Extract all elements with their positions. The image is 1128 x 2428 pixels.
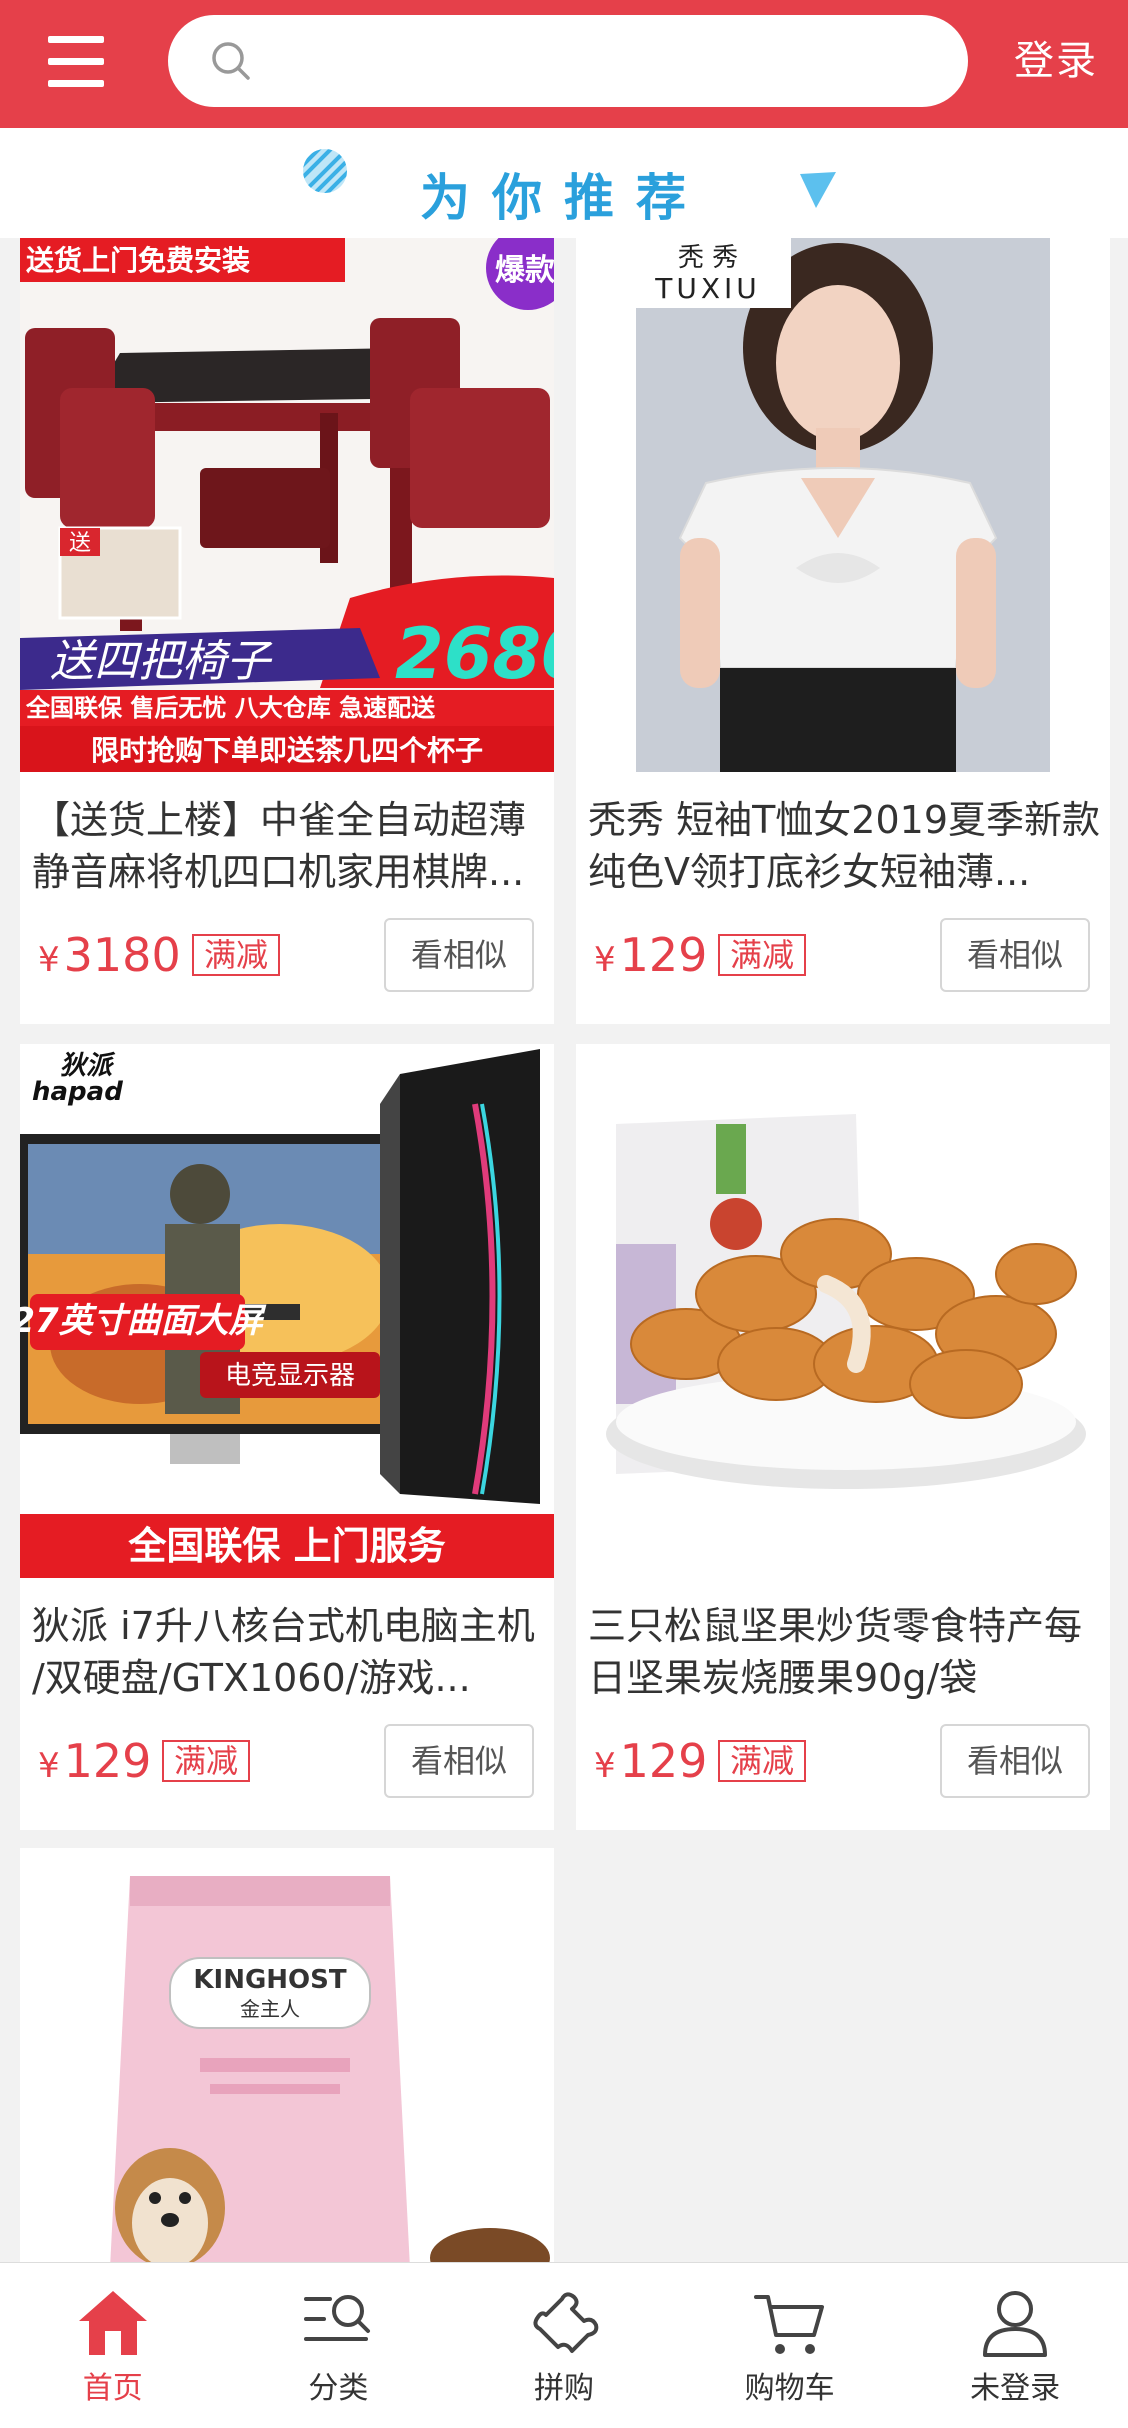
see-similar-button[interactable]: 看相似 — [384, 918, 534, 992]
bag-brand-text: KINGHOST — [193, 1965, 347, 1995]
brand-cn-text: 秃 秀 — [678, 243, 738, 273]
gift-badge: 送 — [69, 531, 91, 556]
nav-cart[interactable]: 购物车 — [677, 2263, 903, 2428]
product-card[interactable]: 27英寸曲面大屏 电竞显示器 全国联保 上门服务 狄派 hapad 狄派 i7升… — [20, 1044, 554, 1830]
price-badge: 2680 — [395, 613, 554, 695]
bottom-nav: 首页 分类 拼购 购物车 未登录 — [0, 2262, 1128, 2428]
search-input[interactable] — [274, 21, 954, 101]
see-similar-button[interactable]: 看相似 — [384, 1724, 534, 1798]
top-banner-text: 送货上门免费安装 — [26, 244, 250, 277]
see-similar-button[interactable]: 看相似 — [940, 918, 1090, 992]
category-search-icon — [304, 2295, 371, 2341]
product-title[interactable]: 三只松鼠坚果炒货零食特产每日坚果炭烧腰果90g/袋 — [588, 1600, 1100, 1704]
see-similar-button[interactable]: 看相似 — [940, 1724, 1090, 1798]
search-bar[interactable] — [168, 15, 968, 107]
brand-en-text: TUXIU — [654, 272, 761, 305]
service-text: 全国联保 售后无忧 八大仓库 急速配送 — [25, 694, 436, 722]
product-price: ¥129 — [594, 928, 708, 982]
user-icon — [983, 2291, 1048, 2357]
product-card[interactable]: 三只松鼠坚果炒货零食特产每日坚果炭烧腰果90g/袋 ¥129 满减 看相似 — [576, 1044, 1110, 1830]
product-price: ¥129 — [38, 1734, 152, 1788]
login-link[interactable]: 登录 — [1014, 28, 1098, 86]
screen-size-text: 27英寸曲面大屏 — [20, 1301, 267, 1341]
nav-category-label: 分类 — [308, 2371, 369, 2406]
menu-icon[interactable] — [40, 30, 112, 94]
product-image[interactable]: 送 送四把椅子 2680 全国联保 售后无忧 八大仓库 急速配送 限时抢购下单即… — [20, 238, 554, 772]
discount-tag: 满减 — [192, 934, 281, 976]
nav-account-label: 未登录 — [970, 2371, 1061, 2406]
recommend-title: 为你推荐 — [420, 169, 708, 227]
brand-en-logo: hapad — [32, 1077, 123, 1107]
product-title[interactable]: 秃秀 短袖T恤女2019夏季新款纯色V领打底衫女短袖薄... — [588, 794, 1100, 898]
product-image[interactable] — [576, 1044, 1110, 1578]
hot-badge: 爆款 — [495, 253, 554, 288]
search-icon — [212, 42, 250, 80]
product-card[interactable]: KINGHOST 金主人 — [20, 1848, 554, 2268]
nav-home-label: 首页 — [82, 2371, 143, 2406]
home-icon — [78, 2291, 147, 2355]
slogan-text: 送四把椅子 — [50, 636, 273, 687]
monitor-text: 电竞显示器 — [225, 1361, 355, 1391]
bag-brand-cn-text: 金主人 — [240, 1997, 300, 2021]
product-image[interactable]: 秃 秀 TUXIU — [576, 238, 1110, 772]
discount-tag: 满减 — [718, 934, 807, 976]
service-text: 全国联保 上门服务 — [127, 1524, 445, 1568]
discount-tag: 满减 — [162, 1740, 251, 1782]
nav-group-buy-label: 拼购 — [533, 2371, 594, 2406]
triangle-icon — [800, 172, 836, 208]
product-title[interactable]: 狄派 i7升八核台式机电脑主机 /双硬盘/GTX1060/游戏... — [32, 1600, 544, 1704]
product-card[interactable]: 送 送四把椅子 2680 全国联保 售后无忧 八大仓库 急速配送 限时抢购下单即… — [20, 238, 554, 1024]
top-header: 登录 — [0, 0, 1128, 128]
discount-tag: 满减 — [718, 1740, 807, 1782]
product-card[interactable]: 秃 秀 TUXIU 秃秀 短袖T恤女2019夏季新款纯色V领打底衫女短袖薄...… — [576, 238, 1110, 1024]
cart-icon — [753, 2295, 824, 2354]
nav-category[interactable]: 分类 — [226, 2263, 452, 2428]
nav-home[interactable]: 首页 — [0, 2263, 226, 2428]
product-price: ¥129 — [594, 1734, 708, 1788]
nav-cart-label: 购物车 — [744, 2371, 835, 2406]
promo-text: 限时抢购下单即送茶几四个杯子 — [91, 734, 483, 767]
product-title[interactable]: 【送货上楼】中雀全自动超薄静音麻将机四口机家用棋牌... — [32, 794, 544, 898]
nav-group-buy[interactable]: 拼购 — [451, 2263, 677, 2428]
product-price: ¥3180 — [38, 928, 181, 982]
product-image[interactable]: KINGHOST 金主人 — [20, 1848, 554, 2268]
puzzle-icon — [533, 2292, 599, 2353]
nav-account[interactable]: 未登录 — [902, 2263, 1128, 2428]
product-image[interactable]: 27英寸曲面大屏 电竞显示器 全国联保 上门服务 狄派 hapad — [20, 1044, 554, 1578]
recommend-banner: 为你推荐 — [0, 128, 1128, 238]
